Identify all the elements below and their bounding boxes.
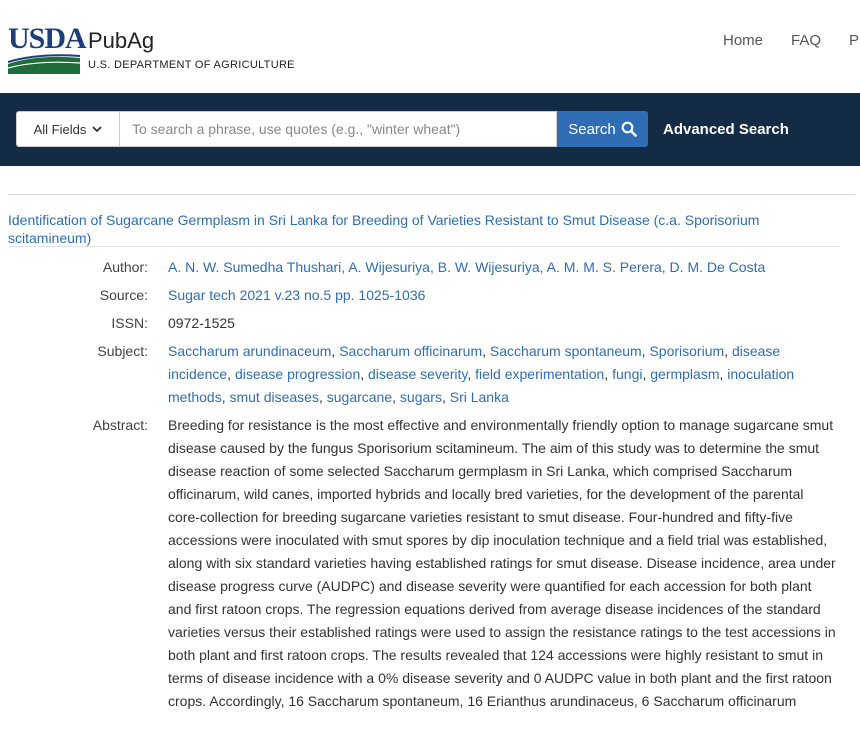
record-title-link[interactable]: Identification of Sugarcane Germplasm in…: [8, 211, 838, 247]
subject-separator: ,: [467, 366, 476, 382]
nav-more[interactable]: P: [849, 32, 859, 49]
subject-separator: ,: [392, 389, 400, 405]
usda-logo-mark: USDA: [8, 22, 87, 76]
divider: [8, 194, 855, 195]
subject-link[interactable]: Saccharum officinarum: [339, 343, 482, 359]
subject-link[interactable]: Saccharum spontaneum: [490, 343, 642, 359]
search-bar: All Fields To search a phrase, use quote…: [16, 111, 789, 147]
subject-link[interactable]: sugars: [400, 389, 442, 405]
search-band: All Fields To search a phrase, use quote…: [0, 93, 860, 166]
subject-link[interactable]: Sri Lanka: [450, 389, 509, 405]
source-link[interactable]: Sugar tech 2021 v.23 no.5 pp. 1025-1036: [168, 284, 836, 307]
subject-row: Subject: Saccharum arundinaceum, Sacchar…: [0, 340, 860, 409]
search-button-label: Search: [568, 120, 616, 138]
subject-link[interactable]: sugarcane: [327, 389, 392, 405]
author-row: Author: A. N. W. Sumedha Thushari, A. Wi…: [0, 256, 860, 279]
issn-row: ISSN: 0972-1525: [0, 312, 860, 335]
subject-separator: ,: [360, 366, 369, 382]
subject-link[interactable]: smut diseases: [229, 389, 318, 405]
department-name: U.S. DEPARTMENT OF AGRICULTURE: [88, 59, 295, 71]
subject-list: Saccharum arundinaceum, Saccharum offici…: [168, 340, 836, 409]
subject-link[interactable]: fungi: [612, 366, 642, 382]
subject-link[interactable]: disease severity: [368, 366, 467, 382]
search-button[interactable]: Search: [557, 111, 648, 147]
usda-logo[interactable]: USDA PubAg U.S. DEPARTMENT OF AGRICULTUR…: [8, 24, 295, 76]
subject-link[interactable]: Saccharum arundinaceum: [168, 343, 331, 359]
author-links[interactable]: A. N. W. Sumedha Thushari, A. Wijesuriya…: [168, 256, 836, 279]
issn-value: 0972-1525: [168, 315, 235, 331]
subject-separator: ,: [724, 343, 732, 359]
source-label: Source:: [99, 287, 148, 303]
subject-separator: ,: [604, 366, 613, 382]
record-fields: Author: A. N. W. Sumedha Thushari, A. Wi…: [0, 256, 860, 718]
nav-home[interactable]: Home: [723, 32, 763, 49]
nav-faq[interactable]: FAQ: [791, 32, 821, 49]
usda-logo-text: USDA: [8, 22, 87, 55]
subject-link[interactable]: disease progression: [235, 366, 360, 382]
usda-swoosh-icon: [8, 54, 80, 74]
advanced-search-link[interactable]: Advanced Search: [663, 121, 789, 138]
source-row: Source: Sugar tech 2021 v.23 no.5 pp. 10…: [0, 284, 860, 307]
site-name: PubAg: [88, 28, 155, 53]
title-divider: [8, 246, 840, 247]
author-label: Author:: [102, 259, 148, 275]
subject-link[interactable]: germplasm: [650, 366, 719, 382]
field-select-label: All Fields: [33, 121, 87, 137]
site-header: USDA PubAg U.S. DEPARTMENT OF AGRICULTUR…: [0, 0, 860, 93]
subject-link[interactable]: field experimentation: [475, 366, 604, 382]
subject-separator: ,: [318, 389, 327, 405]
subject-link[interactable]: Sporisorium: [649, 343, 724, 359]
search-input[interactable]: To search a phrase, use quotes (e.g., "w…: [120, 111, 557, 147]
abstract-text: Breeding for resistance is the most effe…: [168, 417, 836, 709]
issn-label: ISSN:: [111, 315, 148, 331]
subject-separator: ,: [482, 343, 490, 359]
abstract-row: Abstract: Breeding for resistance is the…: [0, 414, 860, 713]
subject-separator: ,: [227, 366, 235, 382]
brand-block: PubAg U.S. DEPARTMENT OF AGRICULTURE: [88, 24, 295, 71]
chevron-down-icon: [92, 125, 103, 132]
top-nav: Home FAQ P: [723, 32, 859, 49]
subject-separator: ,: [441, 389, 450, 405]
search-icon: [621, 121, 637, 137]
field-select-dropdown[interactable]: All Fields: [16, 111, 120, 147]
abstract-label: Abstract:: [92, 417, 148, 433]
subject-label: Subject:: [97, 343, 148, 359]
